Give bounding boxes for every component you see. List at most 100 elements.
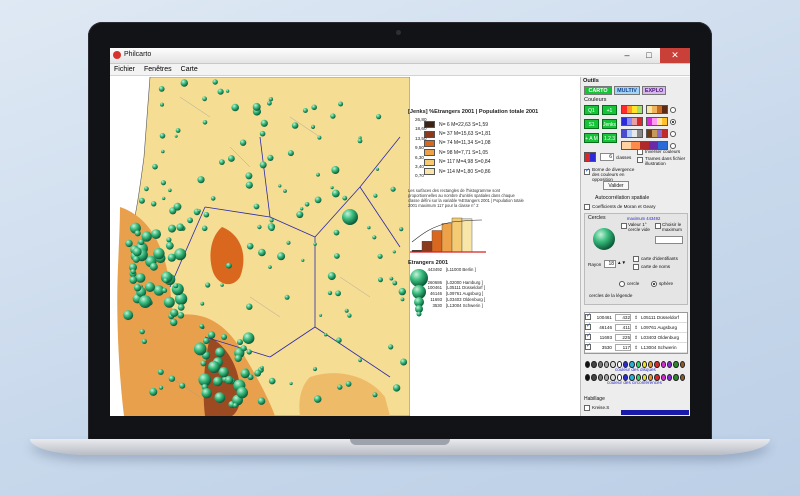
row-radius-input[interactable]: 225 — [615, 334, 631, 341]
circumference-color-swatches[interactable] — [585, 373, 685, 381]
rayon-label: Rayon — [588, 262, 602, 267]
map-sphere — [205, 282, 211, 288]
close-button[interactable]: ✕ — [660, 48, 690, 63]
circles-legend-rows: 443492 [L11000 Berlin ] 260686 [L02000 Hamb… — [424, 266, 486, 308]
map-sphere — [399, 227, 404, 232]
map-sphere — [268, 377, 276, 385]
row-code: L09761 Augsburg — [641, 325, 678, 330]
map-sphere — [345, 381, 352, 387]
map-canvas[interactable]: [Jenks] %Etrangers 2001 | Population tot… — [110, 77, 580, 416]
color-ramp-3[interactable] — [621, 117, 643, 126]
row-checkbox[interactable] — [585, 332, 591, 340]
row-spinner-icon[interactable]: ⇕ — [631, 345, 641, 351]
circle-legend-value: 260686 — [427, 279, 442, 285]
classes-input[interactable]: 6 — [600, 153, 614, 161]
choropleth-map[interactable] — [110, 77, 410, 416]
map-sphere — [149, 262, 158, 271]
map-sphere — [392, 280, 398, 286]
tools-panel: Outils CARTO MULTIV EXPLO Couleurs Q1 +1… — [580, 77, 690, 416]
row-radius-input[interactable]: 117 — [615, 344, 631, 351]
map-sphere — [212, 79, 218, 85]
map-sphere — [159, 385, 164, 390]
menu-fenetres[interactable]: Fenêtres — [144, 64, 172, 75]
valider-button[interactable]: Valider — [603, 181, 629, 190]
map-sphere — [283, 189, 287, 193]
map-sphere — [130, 268, 136, 275]
color-ramp-4[interactable] — [646, 117, 668, 126]
s1-button[interactable]: S1 — [584, 119, 599, 129]
color-ramp-6[interactable] — [646, 129, 668, 138]
disc-color-swatches[interactable] — [585, 360, 685, 368]
row-checkbox[interactable] — [585, 342, 591, 350]
map-sphere — [327, 272, 336, 281]
row-radius-input[interactable]: 432 — [615, 314, 631, 321]
sphere-preview — [593, 228, 615, 250]
jenks-button[interactable]: Jenks — [602, 119, 617, 129]
ramp-radio-2[interactable] — [670, 119, 676, 125]
row-checkbox[interactable] — [585, 312, 591, 320]
ramp-radio-1[interactable] — [670, 107, 676, 113]
map-sphere — [225, 89, 230, 93]
menu-carte[interactable]: Carte — [181, 64, 198, 75]
mode-carto-button[interactable]: CARTO — [584, 86, 612, 95]
choisir-checkbox[interactable] — [655, 223, 661, 229]
menu-bar: Fichier Fenêtres Carte — [110, 64, 690, 76]
map-sphere — [372, 235, 377, 240]
minimize-button[interactable]: – — [616, 48, 638, 63]
row-spinner-icon[interactable]: ⇕ — [631, 335, 641, 341]
rayon-spinner-icon[interactable]: ▲▼ — [617, 260, 626, 265]
ramp-radio-3[interactable] — [670, 131, 676, 137]
noms-checkbox[interactable] — [633, 264, 639, 270]
map-sphere — [268, 97, 274, 102]
map-sphere — [125, 239, 133, 248]
map-sphere — [139, 328, 145, 335]
123-button[interactable]: 1.2.3 — [602, 133, 617, 143]
q1-button[interactable]: Q1 — [584, 105, 599, 115]
row-checkbox[interactable] — [585, 322, 591, 330]
row-spinner-icon[interactable]: ⇕ — [631, 315, 641, 321]
sphere-label: sphère — [659, 281, 674, 286]
plus1-button[interactable]: +1 — [602, 105, 617, 115]
sphere-radio[interactable] — [651, 281, 657, 287]
row-spinner-icon[interactable]: ⇕ — [631, 325, 641, 331]
map-sphere — [170, 308, 179, 317]
mode-multiv-button[interactable]: MULTIV — [614, 86, 640, 95]
map-sphere — [313, 242, 317, 246]
rayon-input[interactable]: 18 — [604, 260, 616, 268]
moran-label: Coefficients de Moran et Geary — [592, 204, 656, 209]
map-sphere — [254, 369, 262, 377]
trames-checkbox[interactable] — [637, 157, 643, 163]
circle-legend-label: [L05111 Düsseldorf ] — [446, 285, 486, 291]
identifiants-checkbox[interactable] — [633, 256, 639, 262]
row-radius-input[interactable]: 411 — [615, 324, 631, 331]
map-sphere — [259, 130, 266, 137]
map-sphere — [342, 195, 348, 201]
map-sphere — [331, 166, 340, 174]
table-row: 11693225⇕L03403 Oldenburg — [585, 332, 687, 343]
map-sphere — [224, 375, 234, 385]
color-ramp-2[interactable] — [646, 105, 668, 114]
borne-checkbox[interactable] — [584, 167, 590, 175]
cercle-radio[interactable] — [619, 281, 625, 287]
am-button[interactable]: + A M — [584, 133, 599, 143]
max-input[interactable] — [655, 236, 683, 244]
map-sphere — [135, 273, 146, 283]
map-sphere — [287, 150, 294, 157]
moran-checkbox[interactable] — [584, 204, 590, 210]
map-sphere — [174, 248, 187, 261]
color-ramp-1[interactable] — [621, 105, 643, 114]
mode-explo-button[interactable]: EXPLO — [642, 86, 666, 95]
color-ramp-5[interactable] — [621, 129, 643, 138]
maximize-button[interactable]: □ — [638, 48, 660, 63]
valeur-checkbox[interactable] — [621, 223, 627, 229]
map-sphere — [220, 283, 224, 287]
custom-palette-icon[interactable] — [584, 152, 596, 162]
legend-bound: 0,70 — [415, 173, 424, 179]
inverser-checkbox[interactable] — [637, 149, 643, 155]
kreise-checkbox[interactable] — [584, 405, 590, 411]
menu-fichier[interactable]: Fichier — [114, 64, 135, 75]
map-sphere — [313, 395, 322, 403]
map-sphere — [296, 211, 304, 219]
map-sphere — [284, 294, 290, 300]
map-sphere — [199, 323, 204, 329]
